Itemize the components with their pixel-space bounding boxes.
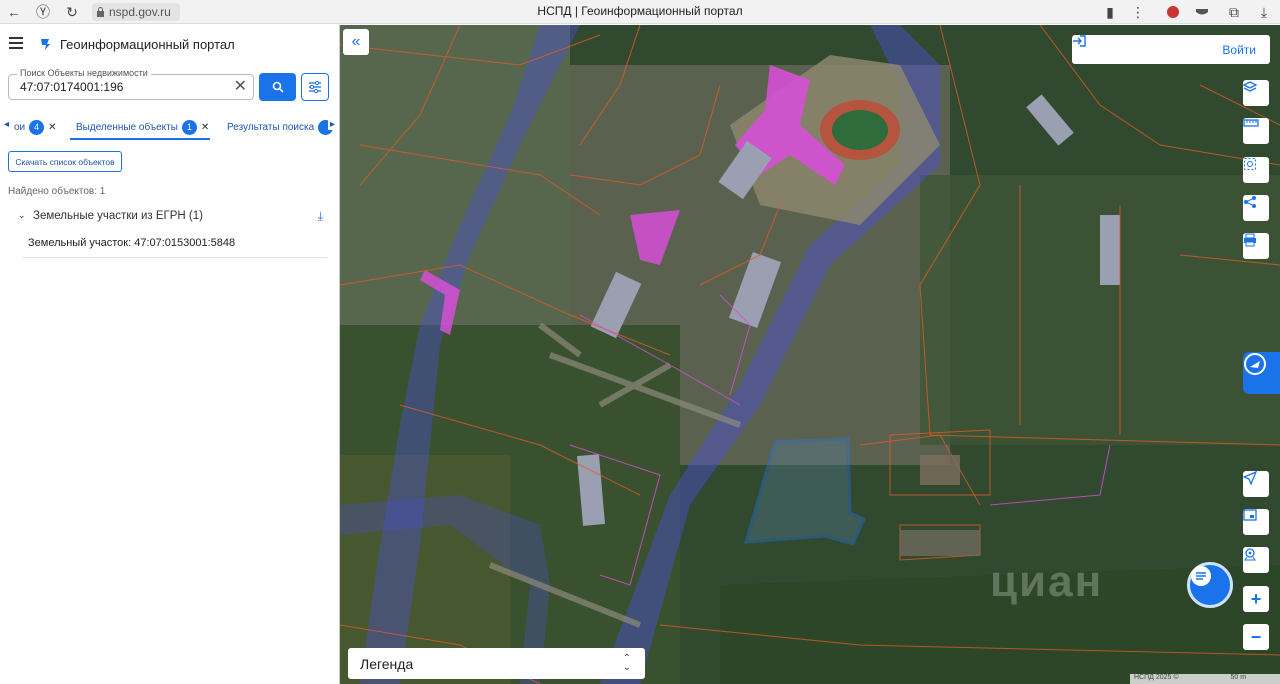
shield-icon[interactable] bbox=[1192, 2, 1212, 22]
collapse-panel-button[interactable]: « bbox=[343, 29, 369, 55]
chat-button[interactable] bbox=[1187, 562, 1233, 608]
plus-icon: + bbox=[1250, 588, 1262, 609]
layers-button[interactable] bbox=[1243, 80, 1269, 106]
login-label: Войти bbox=[1222, 42, 1256, 57]
app-header: Геоинформационный портал bbox=[0, 25, 340, 65]
feedback-tab[interactable] bbox=[1243, 352, 1280, 394]
filter-button[interactable] bbox=[301, 73, 329, 101]
search-icon bbox=[272, 81, 284, 93]
app-title: Геоинформационный портал bbox=[60, 37, 235, 52]
layers-icon bbox=[1243, 81, 1257, 92]
bookmark-icon[interactable]: ▮ bbox=[1100, 2, 1120, 22]
tab-label: Выделенные объекты bbox=[76, 121, 178, 133]
sliders-icon bbox=[309, 81, 321, 93]
url-text: nspd.gov.ru bbox=[109, 5, 171, 19]
found-count: Найдено объектов: 1 bbox=[8, 186, 106, 197]
tab-active-indicator bbox=[70, 138, 210, 140]
area-select-icon bbox=[1244, 158, 1256, 170]
tab-selected-objects[interactable]: Выделенные объекты 1 ✕ bbox=[76, 117, 209, 137]
browser-toolbar: ← Ⓨ ↻ nspd.gov.ru НСПД | Геоинформационн… bbox=[0, 0, 1280, 24]
map-attribution: НСПД 2025 © 50 m bbox=[1130, 674, 1280, 684]
zoom-out-button[interactable]: − bbox=[1243, 624, 1269, 650]
minimap-button[interactable] bbox=[1243, 509, 1269, 535]
group-label: Земельные участки из ЕГРН (1) bbox=[33, 210, 203, 222]
ruler-icon bbox=[1243, 119, 1259, 127]
more-icon[interactable]: ⋮ bbox=[1128, 2, 1148, 22]
extension-icon[interactable] bbox=[1163, 2, 1183, 22]
tab-bar: ◂ ои 4 ✕ Выделенные объекты 1 ✕ Результа… bbox=[0, 115, 340, 140]
search-input[interactable]: Поиск Объекты недвижимости 47:07:0174001… bbox=[8, 68, 254, 100]
yandex-icon[interactable]: Ⓨ bbox=[33, 2, 53, 22]
location-search-button[interactable] bbox=[1243, 547, 1269, 573]
search-legend: Поиск Объекты недвижимости bbox=[17, 68, 151, 78]
double-chevron-left-icon: « bbox=[351, 33, 361, 50]
map-canvas[interactable] bbox=[340, 25, 1280, 684]
print-icon bbox=[1244, 233, 1256, 247]
minimap-icon bbox=[1243, 509, 1257, 521]
clear-icon[interactable]: ✕ bbox=[234, 79, 247, 95]
search-value: 47:07:0174001:196 bbox=[20, 80, 124, 94]
attribution-text: НСПД 2025 © bbox=[1134, 674, 1179, 681]
print-button[interactable] bbox=[1243, 233, 1269, 259]
copy-icon[interactable]: ⧉ bbox=[1224, 2, 1244, 22]
reload-icon[interactable]: ↻ bbox=[62, 2, 82, 22]
tab-count-badge: 4 bbox=[29, 119, 45, 135]
back-icon[interactable]: ← bbox=[4, 2, 24, 22]
login-button[interactable]: Войти bbox=[1072, 35, 1270, 64]
result-group[interactable]: ⌄ Земельные участки из ЕГРН (1) ⤓ bbox=[18, 209, 323, 225]
map-view[interactable]: циан « Войти + − Легенда ⌃⌄ НСПД 2025 © bbox=[340, 25, 1280, 684]
menu-icon[interactable] bbox=[9, 37, 23, 49]
tab-layers[interactable]: ои 4 ✕ bbox=[14, 117, 57, 137]
share-icon bbox=[1244, 196, 1256, 208]
location-pin-icon bbox=[1244, 548, 1256, 561]
geolocation-button[interactable] bbox=[1243, 471, 1269, 497]
chat-icon bbox=[1191, 566, 1211, 586]
scale-label: 50 m bbox=[1230, 674, 1247, 681]
lock-icon bbox=[97, 7, 104, 17]
tab-label: ои bbox=[14, 121, 26, 133]
download-icon[interactable]: ⤓ bbox=[1254, 2, 1274, 22]
feedback-icon bbox=[1244, 353, 1266, 375]
tab-search-results[interactable]: Результаты поиска bbox=[227, 117, 334, 137]
legend-label: Легенда bbox=[360, 655, 414, 672]
close-icon[interactable]: ✕ bbox=[48, 122, 56, 133]
tabs-next-icon[interactable]: ▸ bbox=[328, 119, 336, 130]
chevron-down-icon[interactable]: ⌄ bbox=[18, 210, 26, 221]
tab-label: Результаты поиска bbox=[227, 121, 315, 133]
logo-icon bbox=[41, 39, 50, 50]
search-button[interactable] bbox=[259, 73, 296, 101]
tab-title: НСПД | Геоинформационный портал bbox=[537, 4, 743, 18]
address-bar[interactable]: nspd.gov.ru bbox=[92, 3, 180, 21]
minus-icon: − bbox=[1250, 626, 1262, 647]
chevron-updown-icon: ⌃ ⌄ bbox=[622, 653, 631, 673]
navigation-arrow-icon bbox=[1243, 471, 1257, 485]
download-icon[interactable]: ⤓ bbox=[318, 209, 323, 224]
close-icon[interactable]: ✕ bbox=[201, 122, 209, 133]
login-icon bbox=[1073, 35, 1086, 47]
download-list-button[interactable]: Скачать список объектов bbox=[8, 151, 122, 172]
watermark: циан bbox=[990, 557, 1104, 606]
legend-select[interactable]: Легенда ⌃ ⌄ bbox=[348, 648, 645, 679]
share-button[interactable] bbox=[1243, 195, 1269, 221]
zoom-in-button[interactable]: + bbox=[1243, 586, 1269, 612]
ruler-button[interactable] bbox=[1243, 118, 1269, 144]
area-select-button[interactable] bbox=[1243, 157, 1269, 183]
tabs-prev-icon[interactable]: ◂ bbox=[4, 119, 9, 130]
list-item[interactable]: Земельный участок: 47:07:0153001:5848 bbox=[22, 231, 327, 258]
left-panel: Геоинформационный портал Поиск Объекты н… bbox=[0, 25, 340, 684]
tab-count-badge: 1 bbox=[181, 119, 197, 135]
